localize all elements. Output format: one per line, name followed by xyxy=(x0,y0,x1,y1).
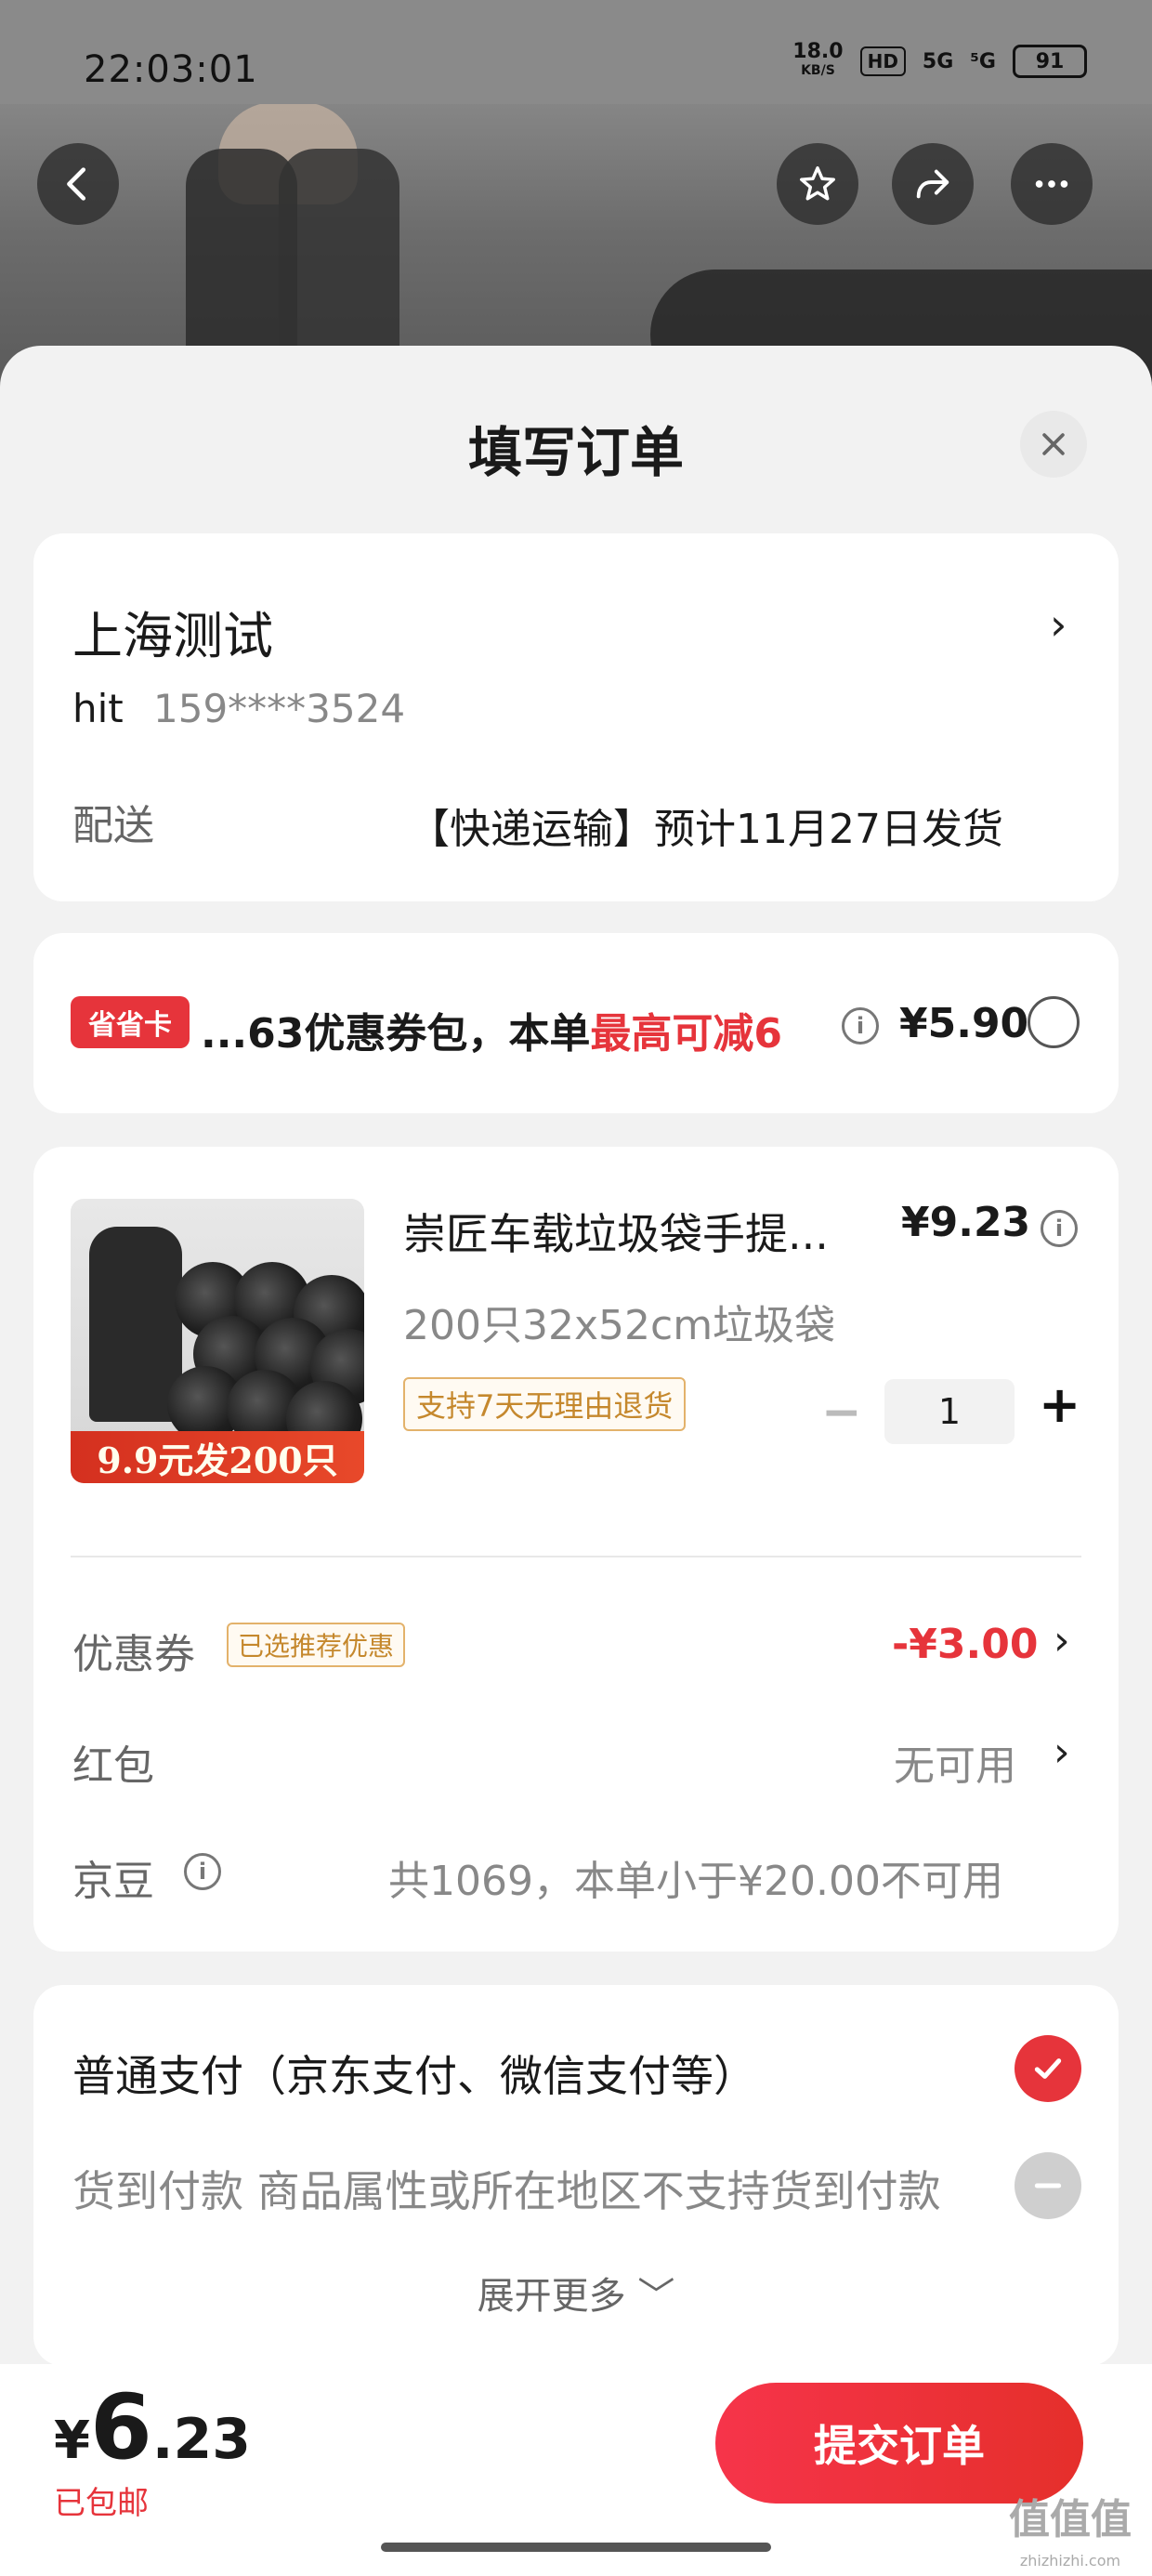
product-thumbnail[interactable]: 9.9元发200只 xyxy=(71,1199,364,1483)
product-spec[interactable]: 200只32x52cm垃圾袋 xyxy=(403,1292,835,1351)
jd-beans-info: 共1069，本单小于¥20.00不可用 xyxy=(388,1858,1003,1905)
back-arrow-icon xyxy=(67,167,86,201)
coupon-value[interactable]: -¥3.00 xyxy=(892,1621,1038,1668)
quantity-decrease-button[interactable]: − xyxy=(821,1385,862,1440)
thumbnail-banner: 9.9元发200只 xyxy=(71,1431,364,1483)
more-button[interactable] xyxy=(1011,143,1093,225)
promo-radio[interactable] xyxy=(1028,996,1080,1048)
watermark-logo: 值值值 zhizhizhi.com xyxy=(1009,2496,1132,2570)
payment-option-online[interactable]: 普通支付（京东支付、微信支付等） xyxy=(72,2043,756,2104)
quantity-input[interactable]: 1 xyxy=(884,1379,1015,1444)
product-price: ¥9.23 xyxy=(901,1199,1031,1246)
price-info-icon[interactable]: i xyxy=(1041,1210,1078,1247)
return-policy-tag: 支持7天无理由退货 xyxy=(403,1377,687,1431)
shipping-value[interactable]: 【快递运输】预计11月27日发货 xyxy=(409,795,1003,855)
redpack-label: 红包 xyxy=(72,1742,154,1790)
back-button[interactable] xyxy=(37,143,119,225)
minus-icon xyxy=(1034,2183,1062,2188)
address-name: 上海测试 xyxy=(72,607,273,665)
recipient-phone: 159****3524 xyxy=(153,686,406,731)
share-button[interactable] xyxy=(892,143,974,225)
disabled-icon xyxy=(1015,2152,1081,2219)
close-icon xyxy=(1042,433,1065,455)
coupon-label: 优惠券 xyxy=(72,1631,195,1678)
share-icon xyxy=(916,169,949,199)
status-icons: 18.0 KB/S HD 5G ⁵G 91 xyxy=(792,40,1087,80)
promo-text: ...63优惠券包，本单最高可减6 xyxy=(201,1010,782,1058)
saver-card-badge: 省省卡 xyxy=(71,996,190,1048)
check-icon[interactable] xyxy=(1015,2035,1081,2102)
quantity-increase-button[interactable]: + xyxy=(1039,1375,1080,1434)
sheet-title: 填写订单 xyxy=(467,421,684,484)
product-name[interactable]: 崇匠车载垃圾袋手提... xyxy=(403,1201,829,1262)
signal-icon-2: ⁵G xyxy=(970,49,996,73)
promo-price: ¥5.90 xyxy=(899,1000,1029,1047)
total-price: ¥ 6 .23 xyxy=(54,2375,252,2479)
free-shipping-label: 已包邮 xyxy=(54,2485,149,2522)
jd-beans-label: 京豆 xyxy=(72,1858,154,1905)
submit-order-button[interactable]: 提交订单 xyxy=(715,2383,1083,2504)
star-icon xyxy=(800,166,835,201)
redpack-value[interactable]: 无可用 xyxy=(894,1732,1016,1792)
home-indicator[interactable] xyxy=(381,2543,771,2552)
checkmark-icon xyxy=(1034,2058,1062,2079)
payment-option-cod: 货到付款 商品属性或所在地区不支持货到付款 xyxy=(72,2166,941,2216)
battery-icon: 91 xyxy=(1013,45,1087,78)
divider xyxy=(71,1556,1081,1557)
shipping-label: 配送 xyxy=(72,802,154,849)
expand-more-button[interactable]: 展开更多 ﹀ xyxy=(0,2266,1152,2320)
chevron-right-icon[interactable]: › xyxy=(1050,599,1067,650)
coupon-selected-tag: 已选推荐优惠 xyxy=(227,1623,406,1667)
jd-info-icon[interactable]: i xyxy=(184,1853,221,1890)
favorite-button[interactable] xyxy=(777,143,858,225)
signal-icon: 5G xyxy=(922,49,954,73)
more-icon xyxy=(1035,180,1068,188)
close-button[interactable] xyxy=(1020,411,1087,478)
recipient-name: hit xyxy=(72,686,124,731)
net-speed: 18.0 KB/S xyxy=(792,40,844,79)
info-icon[interactable]: i xyxy=(842,1007,879,1045)
hd-icon: HD xyxy=(859,46,906,76)
status-time: 22:03:01 xyxy=(84,48,258,91)
chevron-right-icon[interactable]: › xyxy=(1054,1617,1070,1664)
chevron-right-icon[interactable]: › xyxy=(1054,1728,1070,1776)
